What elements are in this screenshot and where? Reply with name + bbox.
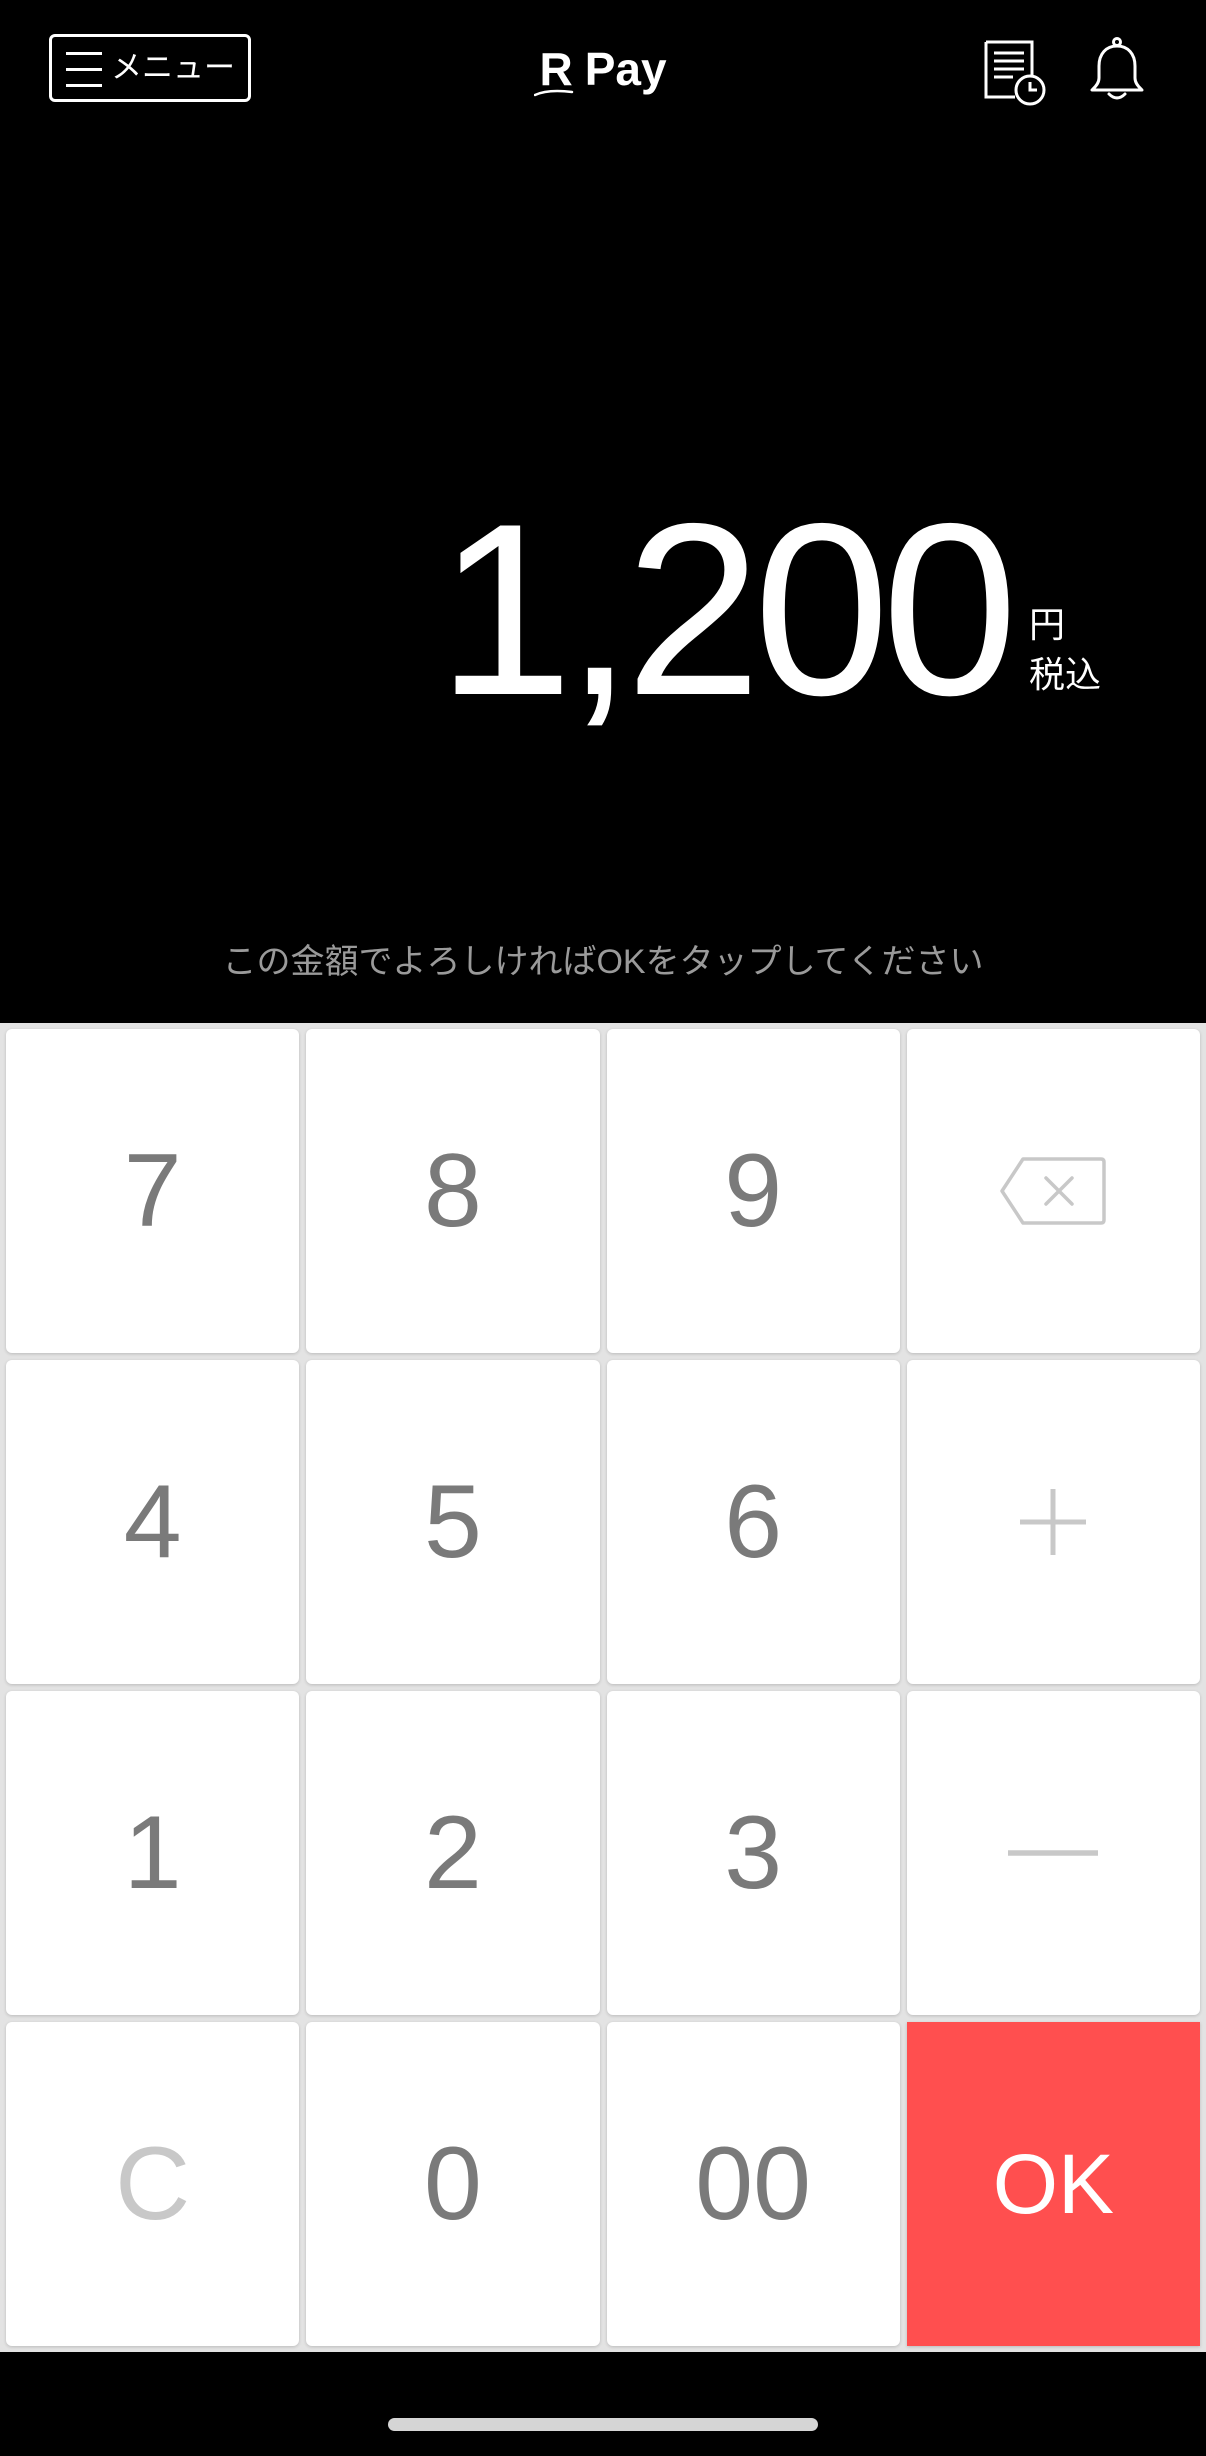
plus-key[interactable]	[906, 1360, 1200, 1684]
home-indicator[interactable]	[388, 2418, 818, 2431]
backspace-icon	[1000, 1157, 1107, 1225]
history-button[interactable]	[983, 39, 1047, 107]
history-icon	[984, 40, 1046, 106]
logo-swoosh-icon	[534, 89, 574, 97]
numeric-keypad: 7 8 9 4 5 6 1 2 3 C 0 00 OK	[0, 1023, 1206, 2352]
key-0[interactable]: 0	[306, 2022, 600, 2346]
minus-icon	[1008, 1850, 1099, 1856]
logo-mark: R	[534, 39, 574, 99]
tax-included-note: 税込	[1029, 654, 1102, 695]
key-3[interactable]: 3	[606, 1691, 900, 2015]
clear-key[interactable]: C	[6, 2022, 300, 2346]
key-8[interactable]: 8	[306, 1029, 600, 1353]
key-6[interactable]: 6	[606, 1360, 900, 1684]
key-00[interactable]: 00	[606, 2022, 900, 2346]
key-4[interactable]: 4	[6, 1360, 300, 1684]
key-7[interactable]: 7	[6, 1029, 300, 1353]
minus-key[interactable]	[906, 1691, 1200, 2015]
key-2[interactable]: 2	[306, 1691, 600, 2015]
key-5[interactable]: 5	[306, 1360, 600, 1684]
ok-button[interactable]: OK	[906, 2022, 1200, 2346]
amount-unit-block: 円 税込	[1029, 600, 1101, 700]
currency-unit: 円	[1029, 604, 1066, 645]
plus-icon	[1020, 1489, 1087, 1555]
notification-button[interactable]	[1088, 36, 1146, 104]
key-1[interactable]: 1	[6, 1691, 300, 2015]
bell-icon	[1090, 37, 1144, 100]
logo-text: Pay	[584, 43, 667, 95]
amount-value: 1,200	[436, 472, 1018, 746]
instruction-text: この金額でよろしければOKをタップしてください	[222, 943, 984, 981]
key-9[interactable]: 9	[606, 1029, 900, 1353]
backspace-key[interactable]	[906, 1029, 1200, 1353]
